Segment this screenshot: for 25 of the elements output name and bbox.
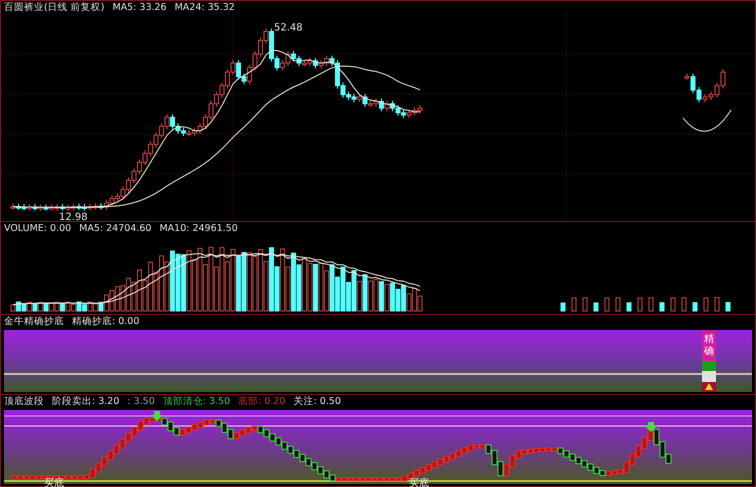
high-price-label: 52.48	[274, 22, 303, 34]
stock-title: 百圆裤业(日线 前复权)	[4, 1, 104, 14]
indicator-value: 关注: 0.50	[294, 395, 341, 408]
moving-average-line	[682, 110, 732, 132]
indicator-value: 精确抄底: 0.00	[72, 315, 140, 328]
indicator-value: MA24: 35.32	[174, 1, 235, 14]
triangle-icon	[705, 383, 713, 390]
buy-signal-label: 买底	[44, 478, 64, 487]
low-price-label: 12.98	[59, 212, 88, 222]
indicator-value: MA5: 24704.60	[79, 222, 152, 235]
indicator-value: VOLUME: 0.00	[4, 222, 72, 235]
indicator-title: 金牛精确抄底	[4, 315, 64, 328]
indicator-value: 顶部清仓: 3.50	[162, 395, 230, 408]
signal-label: 确	[704, 346, 714, 358]
indicator-value: : 3.50	[127, 395, 155, 408]
buy-signal-label: 买底	[409, 478, 429, 487]
indicator-title: 顶底波段	[4, 395, 44, 408]
indicator-value: MA5: 33.26	[112, 1, 167, 14]
indicator-value: 底部: 0.20	[238, 395, 286, 408]
signal-segment	[702, 371, 716, 382]
indicator-value: MA10: 24961.50	[159, 222, 238, 235]
signal-label: 精	[704, 334, 714, 346]
down-arrow-icon	[645, 422, 657, 432]
indicator-value: 阶段卖出: 3.20	[52, 395, 120, 408]
down-arrow-icon	[151, 411, 163, 421]
